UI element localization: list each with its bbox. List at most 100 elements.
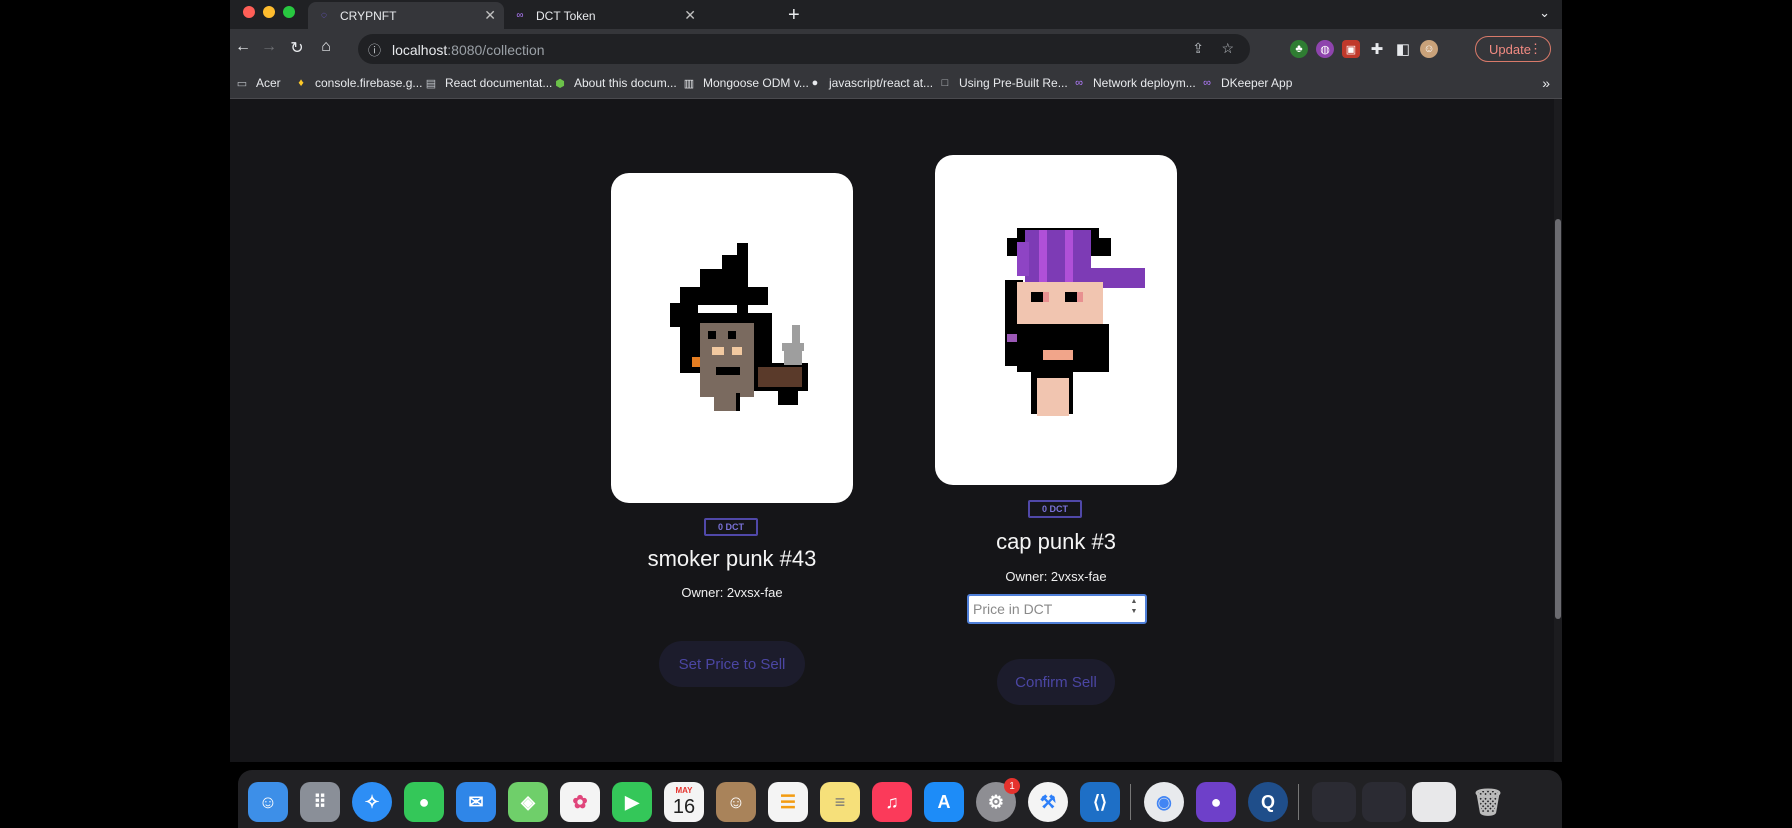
bookmark-label: Network deploym... xyxy=(1093,76,1196,90)
side-panel-icon[interactable]: ◧ xyxy=(1394,40,1412,58)
launchpad-icon[interactable]: ⠿ xyxy=(300,782,340,822)
reload-icon[interactable]: ↻ xyxy=(286,38,308,58)
confirm-sell-button[interactable]: Confirm Sell xyxy=(997,659,1115,705)
new-tab-icon[interactable]: + xyxy=(788,4,800,27)
nav-group: ← → ↻ ⌂ ⓘ localhost:8080/collection ⇪ ☆ … xyxy=(230,29,1562,69)
bookmark-label: React documentat... xyxy=(445,76,553,90)
tab-search-chevron-icon[interactable]: ⌄ xyxy=(1539,5,1550,21)
address-url: localhost:8080/collection xyxy=(392,42,545,58)
bookmark-item[interactable]: ⬢ About this docum... xyxy=(553,76,677,90)
calendar-month: MAY xyxy=(675,786,693,795)
firebase-icon: ♦ xyxy=(298,77,304,89)
music-icon[interactable]: ♫ xyxy=(872,782,912,822)
maps-icon[interactable]: ◈ xyxy=(508,782,548,822)
bookmark-label: Acer xyxy=(256,76,281,90)
tab-title: DCT Token xyxy=(536,8,596,23)
tab-dct-token[interactable]: ∞ DCT Token ✕ xyxy=(504,2,704,29)
dfinity-icon: ∞ xyxy=(1075,77,1083,89)
nft-card-cap-punk[interactable] xyxy=(935,155,1177,485)
bookmark-item[interactable]: ∞ DKeeper App xyxy=(1200,76,1292,90)
minimize-window-button[interactable] xyxy=(263,6,275,18)
purple-extension-icon[interactable]: ◍ xyxy=(1316,40,1334,58)
chrome-icon[interactable]: ◉ xyxy=(1144,782,1184,822)
dfinity-favicon-icon: ∞ xyxy=(516,10,524,21)
bookmark-item[interactable]: ▭ Acer xyxy=(235,76,281,90)
github-desktop-icon[interactable]: ● xyxy=(1196,782,1236,822)
address-bar[interactable]: ⓘ localhost:8080/collection ⇪ ☆ xyxy=(358,34,1250,64)
instruments-icon[interactable]: ⚒ xyxy=(1028,782,1068,822)
calendar-day: 16 xyxy=(672,796,696,818)
minimized-window-thumbnail[interactable] xyxy=(1312,782,1356,822)
browser-window: ◌ CRYPNFT ✕ ∞ DCT Token ✕ + ⌄ ← → ↻ ⌂ ⓘ … xyxy=(230,0,1562,762)
price-input[interactable] xyxy=(967,594,1147,624)
dock-separator xyxy=(1130,784,1131,820)
reminders-icon[interactable]: ☰ xyxy=(768,782,808,822)
update-button[interactable]: Update ⋮ xyxy=(1475,36,1551,62)
bookmark-item[interactable]: ∞ Network deploym... xyxy=(1072,76,1196,90)
cap-punk-image xyxy=(1005,228,1145,416)
set-price-button[interactable]: Set Price to Sell xyxy=(659,641,805,687)
dfinity-icon: ∞ xyxy=(1203,77,1211,89)
more-bookmarks-icon[interactable]: » xyxy=(1542,75,1550,91)
bookmark-label: Mongoose ODM v... xyxy=(703,76,809,90)
safari-icon[interactable]: ✧ xyxy=(352,782,392,822)
system-settings-icon[interactable]: ⚙ 1 xyxy=(976,778,1020,822)
forward-icon[interactable]: → xyxy=(258,38,280,56)
close-tab-icon[interactable]: ✕ xyxy=(484,7,496,24)
mail-icon[interactable]: ✉ xyxy=(456,782,496,822)
notification-badge: 1 xyxy=(1004,778,1020,794)
bookmark-label: About this docum... xyxy=(574,76,677,90)
bookmark-item[interactable]: ▤ React documentat... xyxy=(424,76,553,90)
dock-separator xyxy=(1298,784,1299,820)
puzzle-extensions-icon[interactable]: ✚ xyxy=(1368,40,1386,58)
red-extension-icon[interactable]: ▣ xyxy=(1342,40,1360,58)
close-tab-icon[interactable]: ✕ xyxy=(684,7,696,24)
more-vert-icon[interactable]: ⋮ xyxy=(1529,41,1542,57)
number-stepper-icon[interactable]: ▲ ▼ xyxy=(1127,597,1141,621)
github-icon: ● xyxy=(811,77,819,89)
minimized-window-thumbnail[interactable] xyxy=(1362,782,1406,822)
close-window-button[interactable] xyxy=(243,6,255,18)
tab-bar: ◌ CRYPNFT ✕ ∞ DCT Token ✕ + ⌄ xyxy=(230,0,1562,29)
site-info-icon[interactable]: ⓘ xyxy=(368,40,381,59)
nft-owner: Owner: 2vxsx-fae xyxy=(1005,569,1107,584)
quicktime-icon[interactable]: Q xyxy=(1248,782,1288,822)
smoker-punk-image xyxy=(670,243,808,411)
page-scrollbar[interactable] xyxy=(1554,99,1562,762)
bookmark-item[interactable]: ● javascript/react at... xyxy=(808,76,933,90)
contacts-icon[interactable]: ☺ xyxy=(716,782,756,822)
bookmark-item[interactable]: ♦ console.firebase.g... xyxy=(294,76,422,90)
page-icon: □ xyxy=(941,77,949,89)
macos-dock: ☺ ⠿ ✧ ● ✉ ◈ ✿ ▶ MAY 16 ☺ ☰ ≡ ♫ A ⚙ 1 ⚒ ⟨⟩… xyxy=(238,770,1562,828)
back-icon[interactable]: ← xyxy=(232,38,254,56)
bookmark-item[interactable]: ▥ Mongoose ODM v... xyxy=(682,76,809,90)
tree-extension-icon[interactable]: ♣ xyxy=(1290,40,1308,58)
scrollbar-thumb[interactable] xyxy=(1555,219,1561,619)
home-icon[interactable]: ⌂ xyxy=(315,38,337,56)
desktop: ◌ CRYPNFT ✕ ∞ DCT Token ✕ + ⌄ ← → ↻ ⌂ ⓘ … xyxy=(0,0,1792,828)
url-path: :8080/collection xyxy=(447,42,545,58)
app-store-icon[interactable]: A xyxy=(924,782,964,822)
finder-icon[interactable]: ☺ xyxy=(248,782,288,822)
tab-title: CRYPNFT xyxy=(340,8,397,23)
profile-avatar[interactable]: ☺ xyxy=(1420,40,1438,58)
trash-icon[interactable]: 🗑 xyxy=(1468,782,1508,822)
folder-icon: ▭ xyxy=(236,77,248,90)
nft-card-smoker-punk[interactable] xyxy=(611,173,853,503)
tab-crypnft[interactable]: ◌ CRYPNFT ✕ xyxy=(308,2,504,29)
calendar-icon[interactable]: MAY 16 xyxy=(664,782,704,822)
vscode-icon[interactable]: ⟨⟩ xyxy=(1080,782,1120,822)
bookmark-item[interactable]: □ Using Pre-Built Re... xyxy=(938,76,1068,90)
notes-icon[interactable]: ≡ xyxy=(820,782,860,822)
photos-icon[interactable]: ✿ xyxy=(560,782,600,822)
mongoose-icon: ▥ xyxy=(683,77,695,90)
messages-icon[interactable]: ● xyxy=(404,782,444,822)
maximize-window-button[interactable] xyxy=(283,6,295,18)
share-icon[interactable]: ⇪ xyxy=(1192,40,1204,57)
bookmarks-bar: ▭ Acer ♦ console.firebase.g... ▤ React docu… xyxy=(230,69,1562,99)
react-doc-icon: ▤ xyxy=(425,77,437,90)
facetime-icon[interactable]: ▶ xyxy=(612,782,652,822)
price-badge: 0 DCT xyxy=(704,518,758,536)
minimized-window-thumbnail[interactable] xyxy=(1412,782,1456,822)
bookmark-star-icon[interactable]: ☆ xyxy=(1221,40,1234,57)
